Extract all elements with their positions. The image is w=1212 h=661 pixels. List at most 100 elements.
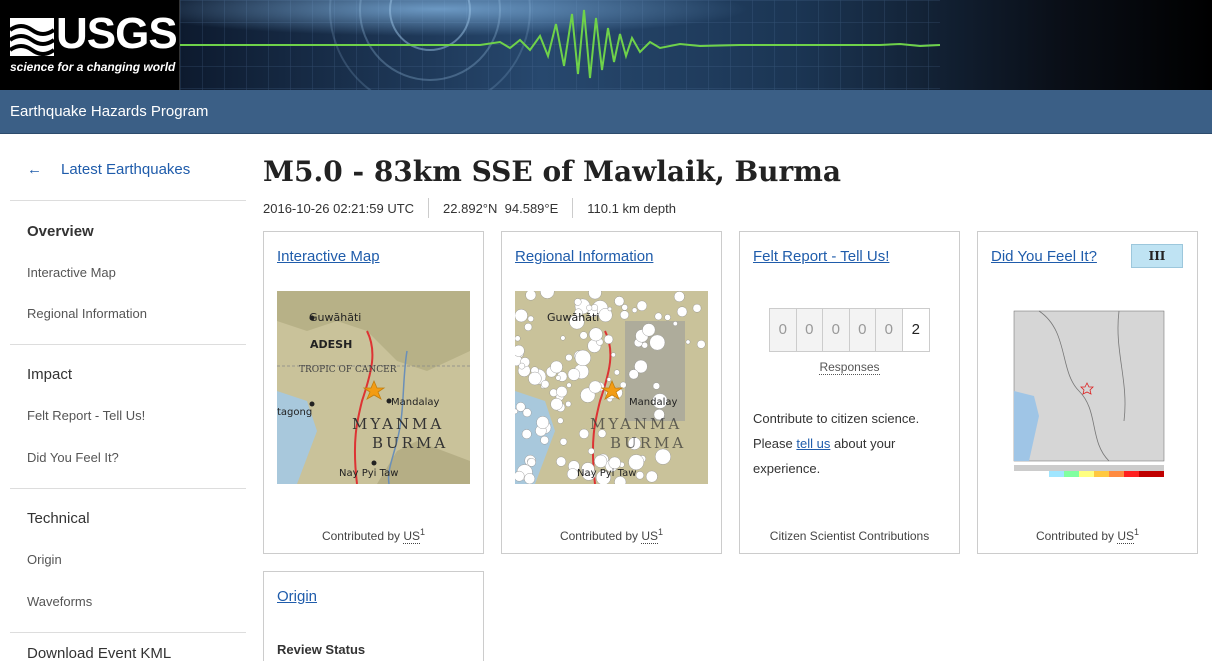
- footnote-marker: 1: [1134, 527, 1140, 537]
- tell-us-link[interactable]: tell us: [796, 436, 830, 451]
- earthquake-marker: [555, 375, 561, 381]
- earthquake-marker: [556, 386, 568, 398]
- sidebar-item-dyfi[interactable]: Did You Feel It?: [27, 450, 119, 465]
- sidebar-item-interactive-map[interactable]: Interactive Map: [27, 265, 116, 280]
- earthquake-marker: [515, 335, 521, 342]
- earthquake-marker: [611, 352, 616, 358]
- program-title[interactable]: Earthquake Hazards Program: [10, 103, 208, 120]
- header-banner: USGS science for a changing world: [0, 0, 1212, 90]
- sidebar-item-technical[interactable]: Technical: [27, 510, 90, 527]
- sidebar-item-origin[interactable]: Origin: [27, 552, 62, 567]
- contributed-by-label: Contributed by: [1035, 529, 1114, 543]
- earthquake-marker: [676, 306, 688, 317]
- sidebar-item-felt-report[interactable]: Felt Report - Tell Us!: [27, 408, 145, 423]
- sidebar-item-waveforms[interactable]: Waveforms: [27, 594, 92, 609]
- earthquake-marker: [566, 382, 572, 388]
- earthquake-marker: [672, 321, 678, 326]
- earthquake-marker: [525, 291, 537, 301]
- event-time: 2016-10-26 02:21:59 UTC: [263, 200, 415, 216]
- response-counter: 0 0 0 0 0 2: [769, 308, 930, 352]
- counter-digit: 0: [849, 309, 876, 351]
- event-depth: 110.1 km depth: [587, 200, 676, 216]
- responses-label-wrap: Responses: [740, 360, 959, 375]
- earthquake-marker: [628, 369, 639, 380]
- earthquake-marker: [685, 339, 691, 345]
- map-label-mandalay: Mandalay: [391, 397, 439, 408]
- interactive-map-thumbnail[interactable]: ADESH Guwāhāti TROPIC OF CANCER Mandalay…: [277, 291, 470, 484]
- earthquake-marker: [589, 327, 603, 342]
- counter-digit: 2: [902, 309, 929, 351]
- dyfi-contributor: Contributed by US1: [978, 527, 1197, 544]
- earthquake-marker: [645, 470, 658, 483]
- event-longitude: 94.589°E: [504, 200, 559, 216]
- intensity-badge: III: [1131, 244, 1183, 268]
- map-label-guwahati: Guwāhāti: [309, 311, 361, 324]
- earthquake-marker: [574, 349, 592, 367]
- map-label-tropic: TROPIC OF CANCER: [299, 365, 397, 375]
- citizen-scientist-contributions: Citizen Scientist Contributions: [769, 529, 930, 543]
- program-bar[interactable]: Earthquake Hazards Program: [0, 90, 1212, 134]
- map-label-region: ADESH: [310, 338, 352, 351]
- earthquake-marker: [619, 381, 627, 389]
- responses-label[interactable]: Responses: [819, 360, 880, 375]
- earthquake-marker: [540, 435, 549, 445]
- earthquake-marker: [560, 335, 566, 341]
- latest-earthquakes-link[interactable]: ← Latest Earthquakes: [27, 161, 190, 178]
- earthquake-marker: [524, 323, 533, 332]
- contributor-source-us[interactable]: US: [403, 529, 421, 544]
- interactive-map-link[interactable]: Interactive Map: [277, 248, 380, 265]
- dyfi-map-thumbnail[interactable]: [999, 291, 1174, 484]
- earthquake-marker: [574, 298, 582, 306]
- logo-tagline: science for a changing world: [10, 60, 176, 74]
- meta-divider: [428, 198, 430, 218]
- footnote-marker: 1: [658, 527, 664, 537]
- sidebar-divider: [10, 488, 246, 489]
- origin-link[interactable]: Origin: [277, 588, 317, 605]
- earthquake-marker: [649, 334, 666, 351]
- earthquake-marker: [621, 304, 628, 311]
- svg-text:Nay Pyi Taw: Nay Pyi Taw: [577, 468, 636, 479]
- dyfi-link[interactable]: Did You Feel It?: [991, 248, 1097, 265]
- sidebar-item-impact[interactable]: Impact: [27, 366, 72, 383]
- earthquake-marker: [614, 296, 625, 307]
- event-latitude: 22.892°N: [443, 200, 498, 216]
- contributed-by-label: Contributed by: [321, 529, 400, 543]
- earthquake-marker: [635, 471, 645, 480]
- intensity-map-image: [999, 291, 1174, 484]
- card-regional-information: Regional Information MYANMA BURMA Mandal…: [501, 231, 722, 554]
- map-label-naypyitaw: Nay Pyi Taw: [339, 468, 398, 479]
- earthquake-marker: [594, 454, 608, 468]
- contributor-source-us[interactable]: US: [1117, 529, 1135, 544]
- map-label-burma: BURMA: [372, 434, 448, 452]
- felt-report-link[interactable]: Felt Report - Tell Us!: [753, 248, 889, 265]
- earthquake-marker: [541, 380, 550, 389]
- contributed-by-label: Contributed by: [559, 529, 638, 543]
- counter-digit: 0: [876, 309, 903, 351]
- contributor-source-us[interactable]: US: [641, 529, 659, 544]
- card-origin: Origin Review Status: [263, 571, 484, 661]
- sidebar-item-download-kml[interactable]: Download Event KML: [27, 645, 171, 661]
- earthquake-marker: [692, 303, 702, 313]
- earthquake-marker: [536, 416, 550, 429]
- earthquake-marker: [565, 400, 572, 407]
- usgs-wave-icon: [10, 18, 54, 56]
- earthquake-marker: [642, 323, 656, 337]
- usgs-logo[interactable]: USGS science for a changing world: [0, 0, 180, 90]
- earthquake-marker: [579, 331, 588, 340]
- earthquake-marker: [557, 417, 564, 424]
- earthquake-marker: [652, 382, 661, 390]
- earthquake-marker: [565, 353, 573, 362]
- earthquake-marker: [524, 473, 536, 484]
- earthquake-marker: [521, 429, 532, 440]
- earthquake-marker: [696, 340, 706, 349]
- regional-map-thumbnail[interactable]: MYANMA BURMA Mandalay Guwāhāti Nay Pyi T…: [515, 291, 708, 484]
- sidebar-item-overview[interactable]: Overview: [27, 223, 94, 240]
- regional-information-link[interactable]: Regional Information: [515, 248, 653, 265]
- latest-earthquakes-label: Latest Earthquakes: [61, 161, 191, 178]
- sidebar-divider: [10, 632, 246, 633]
- earthquake-marker: [515, 344, 525, 357]
- earthquake-marker: [606, 377, 612, 382]
- earthquake-marker: [614, 369, 620, 376]
- map-image: ADESH Guwāhāti TROPIC OF CANCER Mandalay…: [277, 291, 470, 484]
- sidebar-item-regional-information[interactable]: Regional Information: [27, 306, 147, 321]
